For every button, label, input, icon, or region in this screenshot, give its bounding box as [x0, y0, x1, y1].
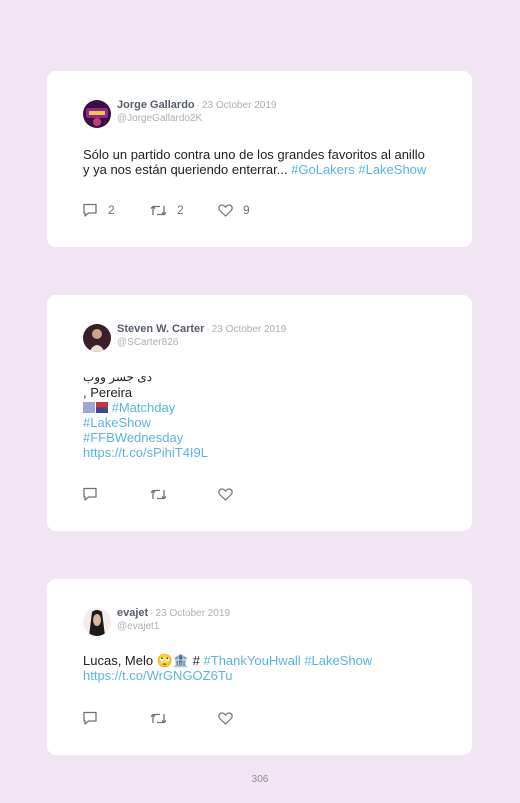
tweet-card: evajet · 23 October 2019 @evajet1 Lucas, M… — [47, 579, 472, 755]
tweet-line: دی جسر ووب — [83, 370, 153, 384]
hospital-emoji-icon — [83, 402, 95, 413]
author-name[interactable]: Steven W. Carter — [117, 323, 204, 335]
tweet-card: Steven W. Carter · 23 October 2019 @SCarte… — [47, 295, 472, 531]
heart-icon — [218, 487, 233, 501]
tweet-header: Jorge Gallardo · 23 October 2019 @JorgeGal… — [83, 99, 276, 128]
page-number: 306 — [251, 774, 269, 785]
hashtag-link[interactable]: #LakeShow — [358, 162, 426, 177]
retweet-icon — [150, 489, 167, 499]
hashtag-link[interactable]: #LakeShow — [83, 415, 442, 430]
like-count: 9 — [243, 203, 250, 217]
tweet-actions: 2 2 9 — [82, 203, 250, 217]
hashtag-link[interactable]: #ThankYouHwall — [204, 653, 301, 668]
tweet-line: Sólo un partido contra uno de los grande… — [83, 147, 425, 162]
hashtag-link[interactable]: #FFBWednesday — [83, 430, 442, 445]
like-button[interactable]: 9 — [218, 203, 250, 217]
tweet-url-link[interactable]: https://t.co/WrGNGOZ6Tu — [83, 668, 442, 683]
tweet-line: , Pereira — [83, 385, 133, 400]
retweet-icon — [150, 713, 167, 723]
separator-dot: · — [196, 100, 200, 111]
tweet-header: evajet · 23 October 2019 @evajet1 — [83, 607, 230, 636]
tweet-url-link[interactable]: https://t.co/sPihiT4I9L — [83, 445, 442, 460]
retweet-button[interactable] — [150, 488, 218, 501]
reply-count: 2 — [108, 203, 115, 217]
tweet-line-text: Lucas, Melo 🙄🏦 # — [83, 653, 204, 668]
reply-icon — [83, 203, 97, 217]
reply-icon — [83, 487, 97, 501]
avatar[interactable] — [83, 100, 111, 128]
reply-button[interactable] — [82, 711, 150, 725]
tweet-line: y ya nos están queriendo enterrar... #Go… — [83, 162, 442, 177]
reply-button[interactable] — [82, 487, 150, 501]
tweet-date[interactable]: 23 October 2019 — [202, 100, 277, 111]
tweet-line: #Matchday — [83, 400, 442, 415]
author-handle[interactable]: @SCarter826 — [117, 336, 286, 349]
tweet-date[interactable]: 23 October 2019 — [156, 608, 231, 619]
separator-dot: · — [150, 608, 154, 619]
tweet-text: Sólo un partido contra uno de los grande… — [83, 147, 442, 177]
like-button[interactable] — [218, 487, 233, 501]
tweet-line: Lucas, Melo 🙄🏦 # #ThankYouHwall #LakeSho… — [83, 653, 442, 668]
retweet-icon — [150, 205, 167, 215]
hashtag-link[interactable]: #GoLakers — [291, 162, 355, 177]
retweet-button[interactable]: 2 — [150, 203, 218, 217]
author-handle[interactable]: @JorgeGallardo2K — [117, 112, 276, 125]
heart-icon — [218, 711, 233, 725]
avatar[interactable] — [83, 608, 111, 636]
tweet-line-text: y ya nos están queriendo enterrar... — [83, 162, 292, 177]
author-name[interactable]: evajet — [117, 607, 148, 619]
tweet-actions — [82, 487, 233, 501]
reply-icon — [83, 711, 97, 725]
flag-emoji-icon — [96, 402, 108, 413]
retweet-button[interactable] — [150, 712, 218, 725]
reply-button[interactable]: 2 — [82, 203, 150, 217]
author-handle[interactable]: @evajet1 — [117, 620, 230, 633]
heart-icon — [218, 203, 233, 217]
tweet-text: Lucas, Melo 🙄🏦 # #ThankYouHwall #LakeSho… — [83, 653, 442, 683]
separator-dot: · — [206, 324, 210, 335]
tweet-text: دی جسر ووب , Pereira #Matchday #LakeShow… — [83, 370, 442, 460]
hashtag-link[interactable]: #LakeShow — [304, 653, 372, 668]
tweet-header: Steven W. Carter · 23 October 2019 @SCarte… — [83, 323, 286, 352]
retweet-count: 2 — [177, 203, 184, 217]
like-button[interactable] — [218, 711, 233, 725]
tweet-actions — [82, 711, 233, 725]
avatar[interactable] — [83, 324, 111, 352]
tweet-date[interactable]: 23 October 2019 — [212, 324, 287, 335]
tweet-card: Jorge Gallardo · 23 October 2019 @JorgeGal… — [47, 71, 472, 247]
author-name[interactable]: Jorge Gallardo — [117, 99, 195, 111]
hashtag-link[interactable]: #Matchday — [112, 400, 176, 415]
